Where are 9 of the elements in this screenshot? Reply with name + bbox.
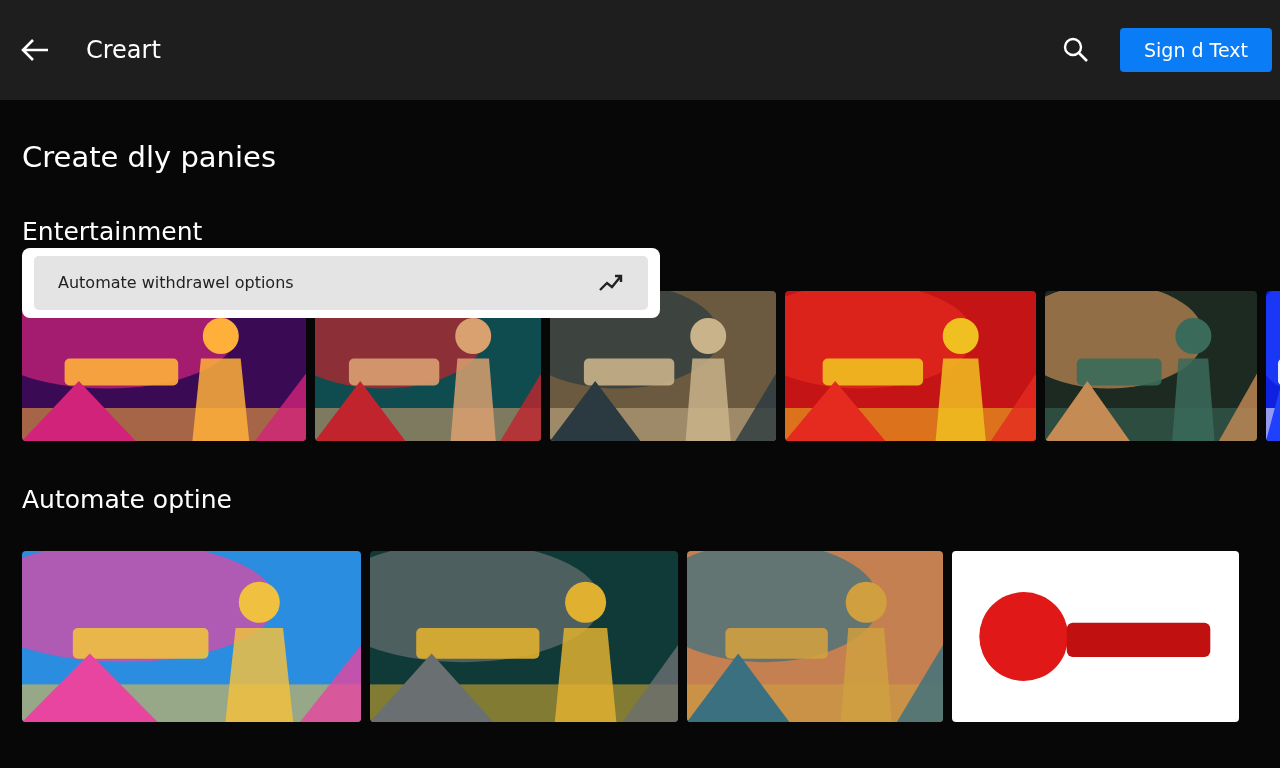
app-title: Creart bbox=[86, 35, 161, 66]
trend-icon bbox=[598, 273, 624, 293]
section-heading: Entertainment bbox=[22, 216, 204, 247]
section-heading: Automate optine bbox=[22, 484, 233, 515]
sign-button[interactable]: Sign d Text bbox=[1120, 27, 1272, 73]
back-icon[interactable] bbox=[20, 38, 50, 62]
page-title: Create dly panies bbox=[22, 140, 277, 175]
search-icon[interactable] bbox=[1062, 36, 1090, 64]
menu-item[interactable]: Automate withdrawel options bbox=[34, 256, 648, 310]
